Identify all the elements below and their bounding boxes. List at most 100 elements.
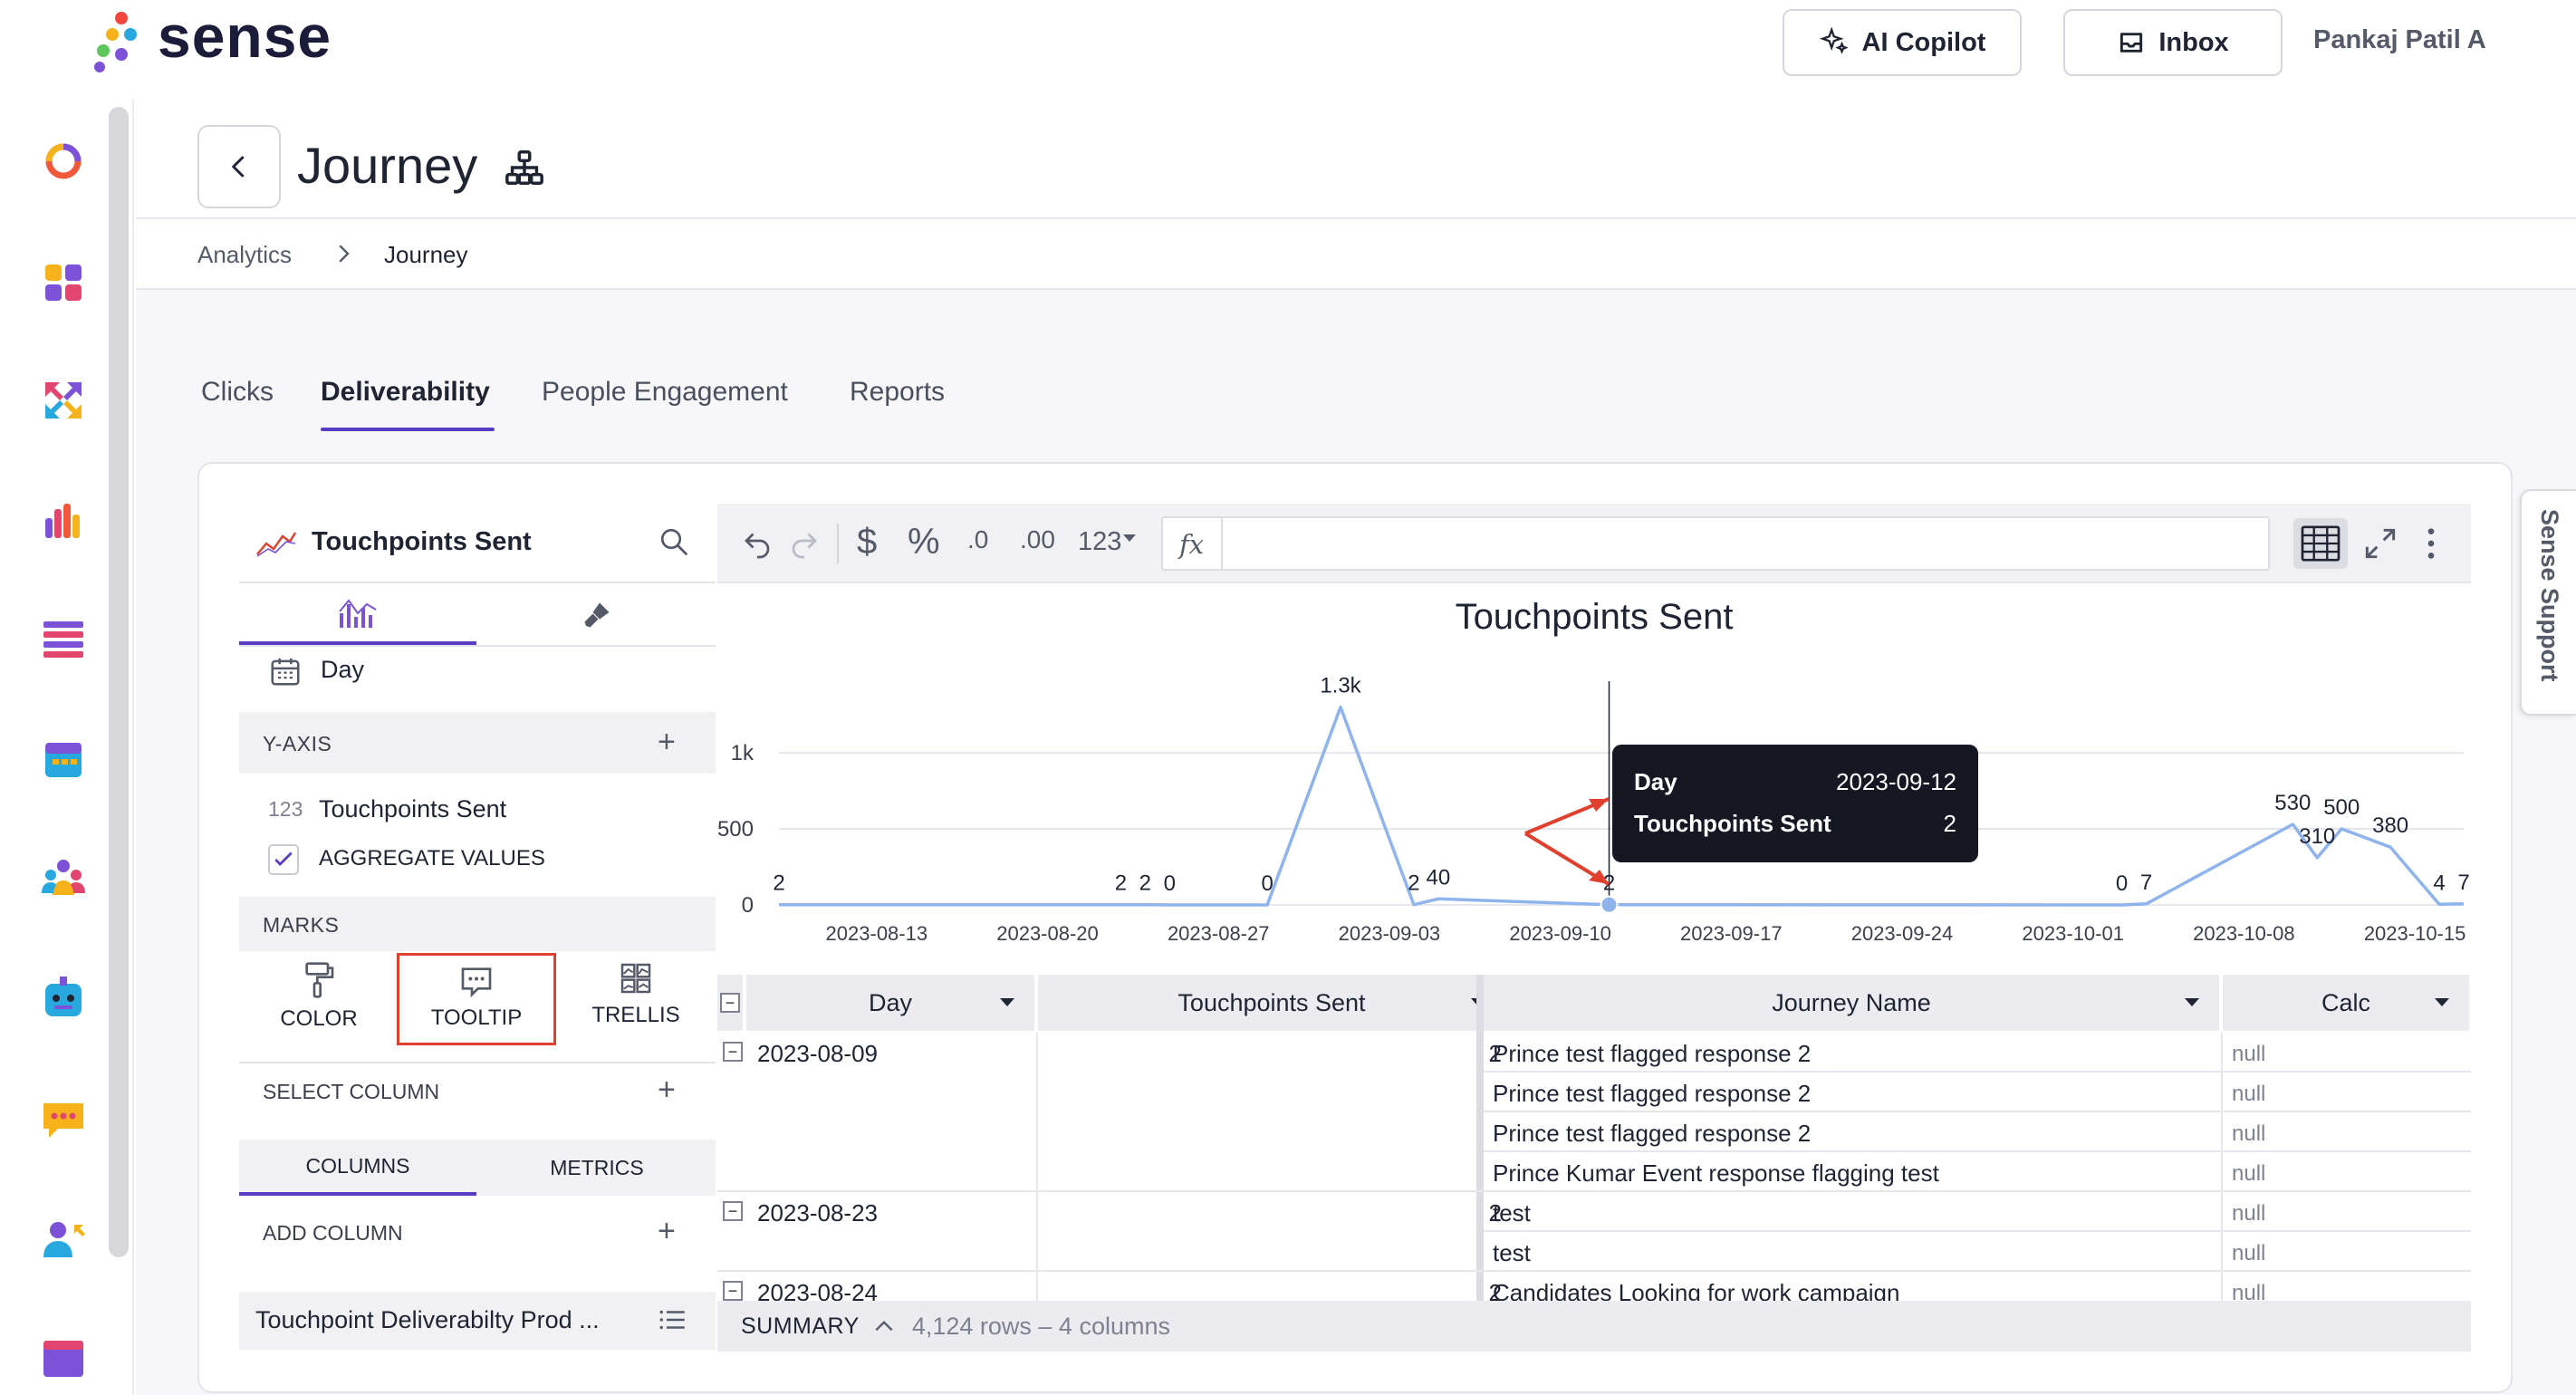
tab-people-engagement[interactable]: People Engagement [542, 377, 788, 408]
brand-logo[interactable]: sense [87, 3, 359, 72]
group-divider [717, 1190, 1484, 1192]
column-calc-caret-icon[interactable] [2435, 998, 2449, 1006]
tab-chart-style[interactable] [478, 585, 716, 645]
collapse-all-icon[interactable]: − [720, 993, 740, 1013]
column-journey-caret-icon[interactable] [2185, 998, 2199, 1006]
select-column-row[interactable]: SELECT COLUMN + [239, 1062, 716, 1125]
table-row[interactable]: Prince test flagged response 2 null [1484, 1112, 2471, 1152]
user-name[interactable]: Pankaj Patil A [2313, 25, 2486, 55]
chevron-up-icon[interactable] [872, 1317, 896, 1335]
group-collapse-icon[interactable]: − [723, 1042, 743, 1062]
column-header-calc[interactable]: Calc [2223, 975, 2471, 1031]
add-column-row[interactable]: ADD COLUMN + [239, 1205, 716, 1263]
frozen-divider[interactable] [1476, 975, 1484, 1301]
tab-chart-fields[interactable] [239, 585, 476, 645]
add-y-axis-icon[interactable]: + [658, 725, 676, 760]
x-axis-field[interactable]: Day [239, 649, 716, 699]
table-row[interactable]: Prince Kumar Event response flagging tes… [1484, 1152, 2471, 1192]
data-label: 380 [2372, 813, 2408, 838]
sparkle-icon [1819, 27, 1849, 54]
paint-roller-icon [305, 962, 334, 998]
add-select-column-icon[interactable]: + [658, 1073, 676, 1108]
mark-trellis[interactable]: TRELLIS [556, 953, 716, 1045]
chat-icon[interactable] [40, 1096, 87, 1143]
group-collapse-icon[interactable]: − [723, 1281, 743, 1301]
rail-scrollbar[interactable] [109, 107, 129, 1257]
redo-icon[interactable] [788, 527, 821, 560]
select-column-label: SELECT COLUMN [263, 1080, 440, 1103]
tab-reports[interactable]: Reports [850, 377, 945, 408]
table-row[interactable]: Candidates Looking for work campaign nul… [1484, 1272, 2471, 1301]
data-table: − Day Touchpoints Sent Journey Name Calc… [717, 975, 2471, 1301]
undo-icon[interactable] [741, 527, 774, 560]
search-icon[interactable] [658, 525, 690, 558]
increase-decimal-button[interactable]: .00 [1020, 525, 1055, 554]
line-chart[interactable]: Touchpoints Sent 0 500 1k 2023-08-13 2023-08-… [717, 583, 2471, 973]
user-referral-icon[interactable] [40, 1216, 87, 1263]
sense-support-tab[interactable]: Sense Support [2520, 489, 2576, 716]
cell-journey-name: Prince test flagged response 2 [1493, 1120, 1812, 1147]
collapse-arrows-icon[interactable] [2360, 524, 2400, 563]
workflow-arrows-icon[interactable] [40, 377, 87, 424]
aggregate-checkbox[interactable] [268, 844, 299, 875]
chart-area: Touchpoints Sent 0 500 1k 2023-08-13 2023-08-… [717, 583, 2471, 973]
column-header-journey[interactable]: Journey Name [1484, 975, 2221, 1031]
breadcrumb-analytics[interactable]: Analytics [197, 241, 292, 269]
list-menu-icon[interactable] [658, 1304, 688, 1335]
mark-tooltip[interactable]: TOOLTIP [397, 953, 556, 1045]
calendar-field-icon [271, 658, 300, 686]
tab-clicks[interactable]: Clicks [201, 377, 274, 408]
trend-chart-icon [256, 532, 297, 557]
dashboard-ring-icon[interactable] [40, 138, 87, 185]
data-label: 530 [2274, 791, 2311, 815]
metric-title: Touchpoints Sent [312, 527, 532, 556]
number-format-dropdown[interactable]: 123 [1078, 527, 1121, 557]
inbox-button[interactable]: Inbox [2063, 9, 2283, 76]
formula-bar[interactable]: fx [1161, 516, 2270, 571]
data-label: 7 [2140, 871, 2152, 895]
table-view-toggle[interactable] [2293, 518, 2348, 569]
decrease-decimal-button[interactable]: .0 [967, 525, 988, 554]
check-icon [274, 851, 293, 866]
header-collapse-cell[interactable]: − [717, 975, 745, 1031]
people-group-icon[interactable] [40, 853, 87, 900]
aggregate-row[interactable]: AGGREGATE VALUES [239, 841, 716, 880]
summary-info: 4,124 rows – 4 columns [911, 1312, 1170, 1340]
breadcrumb [136, 221, 2576, 290]
annotation-arrows [1523, 797, 1610, 886]
mark-color[interactable]: COLOR [239, 953, 399, 1045]
tab-deliverability[interactable]: Deliverability [321, 377, 490, 408]
group-collapse-icon[interactable]: − [723, 1201, 743, 1221]
back-button[interactable] [197, 125, 281, 208]
bot-icon[interactable] [40, 975, 87, 1022]
column-header-day[interactable]: Day [746, 975, 1036, 1031]
summary-bar[interactable]: SUMMARY 4,124 rows – 4 columns [717, 1301, 2471, 1352]
data-label: 0 [2116, 871, 2128, 896]
table-row[interactable]: test null [1484, 1232, 2471, 1272]
table-row[interactable]: Prince test flagged response 2 null [1484, 1033, 2471, 1073]
calendar-icon[interactable] [40, 736, 87, 783]
table-row[interactable]: Prince test flagged response 2 null [1484, 1073, 2471, 1112]
cell-journey-name: Prince test flagged response 2 [1493, 1040, 1812, 1067]
ai-copilot-button[interactable]: AI Copilot [1783, 9, 2022, 76]
currency-format-button[interactable]: $ [857, 522, 877, 563]
more-options-icon[interactable] [2426, 525, 2437, 562]
subtab-metrics[interactable]: METRICS [478, 1140, 716, 1196]
subtab-columns[interactable]: COLUMNS [239, 1140, 476, 1196]
column-day-caret-icon[interactable] [1000, 998, 1014, 1006]
data-label: 310 [2299, 824, 2335, 849]
percent-format-button[interactable]: % [908, 522, 940, 563]
list-icon[interactable] [40, 616, 87, 663]
column-day-label: Day [868, 988, 912, 1016]
hierarchy-icon[interactable] [504, 147, 545, 188]
dataset-row[interactable]: Touchpoint Deliverabilty Prod ... [239, 1292, 716, 1350]
cell-day: 2023-08-09 [757, 1040, 878, 1067]
add-column-icon[interactable]: + [658, 1214, 676, 1249]
y-axis-field[interactable]: 123 Touchpoints Sent [239, 792, 716, 835]
window-icon[interactable] [40, 1335, 87, 1382]
data-label: 2 [1139, 871, 1151, 896]
column-header-sent[interactable]: Touchpoints Sent [1038, 975, 1507, 1031]
table-row[interactable]: test null [1484, 1192, 2471, 1232]
analytics-bars-icon[interactable] [40, 496, 87, 544]
apps-grid-icon[interactable] [40, 259, 87, 306]
